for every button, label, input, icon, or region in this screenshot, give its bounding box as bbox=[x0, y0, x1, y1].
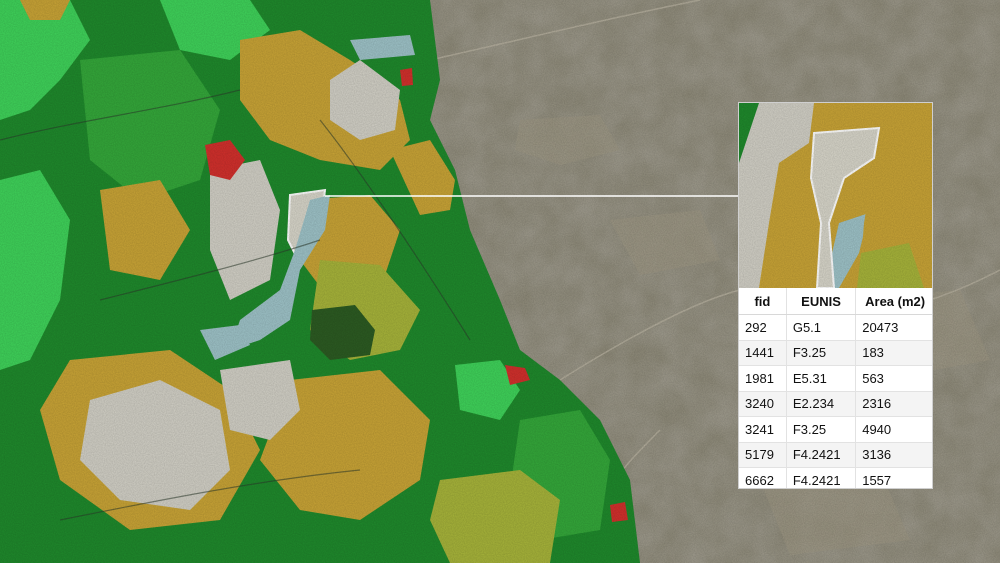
inset-grain bbox=[739, 103, 932, 288]
cell-fid: 5179 bbox=[739, 441, 787, 468]
cell-area: 20473 bbox=[855, 314, 932, 340]
column-header-eunis[interactable]: EUNIS bbox=[785, 288, 856, 315]
table-row[interactable]: 3241 F3.25 4940 bbox=[739, 416, 932, 442]
cell-eunis: F4.2421 bbox=[785, 441, 856, 468]
attribute-table: fid EUNIS Area (m2) 292 G5.1 20473 1441 … bbox=[739, 288, 932, 488]
cell-eunis: G5.1 bbox=[785, 314, 856, 340]
cell-area: 4940 bbox=[855, 416, 932, 442]
cell-area: 1557 bbox=[855, 467, 932, 488]
cell-area: 183 bbox=[855, 339, 932, 366]
cell-eunis: E5.31 bbox=[785, 365, 856, 391]
cell-fid: 6662 bbox=[739, 467, 787, 488]
table-header-row: fid EUNIS Area (m2) bbox=[739, 288, 932, 315]
table-row[interactable]: 292 G5.1 20473 bbox=[739, 314, 932, 340]
table-row[interactable]: 3240 E2.234 2316 bbox=[739, 390, 932, 417]
column-header-fid[interactable]: fid bbox=[739, 288, 787, 315]
cell-area: 563 bbox=[855, 365, 932, 391]
cell-fid: 3240 bbox=[739, 390, 787, 417]
cell-eunis: E2.234 bbox=[785, 390, 856, 417]
table-row[interactable]: 1441 F3.25 183 bbox=[739, 339, 932, 366]
cell-fid: 292 bbox=[739, 314, 787, 340]
cell-fid: 1981 bbox=[739, 365, 787, 391]
feature-info-panel: fid EUNIS Area (m2) 292 G5.1 20473 1441 … bbox=[738, 102, 933, 489]
table-row[interactable]: 5179 F4.2421 3136 bbox=[739, 441, 932, 468]
cell-eunis: F3.25 bbox=[785, 416, 856, 442]
table-row[interactable]: 1981 E5.31 563 bbox=[739, 365, 932, 391]
column-header-area[interactable]: Area (m2) bbox=[855, 288, 932, 315]
cell-area: 2316 bbox=[855, 390, 932, 417]
cell-eunis: F4.2421 bbox=[785, 467, 856, 488]
cell-fid: 1441 bbox=[739, 339, 787, 366]
cell-eunis: F3.25 bbox=[785, 339, 856, 366]
cell-fid: 3241 bbox=[739, 416, 787, 442]
table-row[interactable]: 6662 F4.2421 1557 bbox=[739, 467, 932, 488]
zoom-inset-map[interactable] bbox=[739, 103, 933, 288]
cell-area: 3136 bbox=[855, 441, 932, 468]
